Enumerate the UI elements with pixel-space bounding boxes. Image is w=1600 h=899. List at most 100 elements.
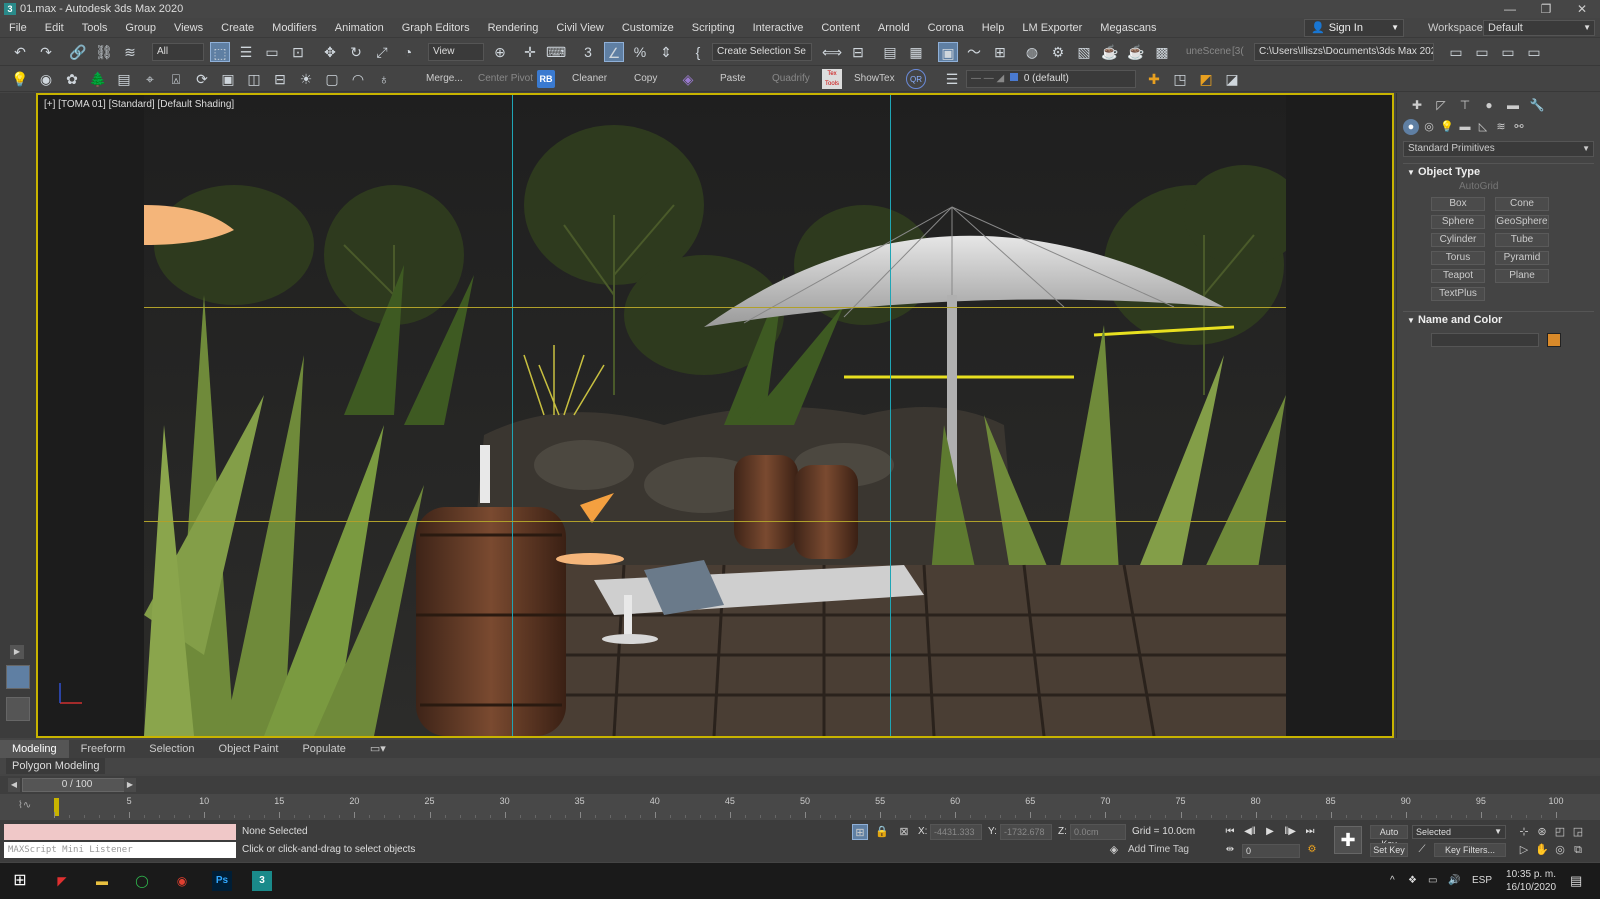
container-explorer-icon[interactable]: ▭: [1524, 42, 1544, 62]
utilities-tab-icon[interactable]: 🔧: [1527, 97, 1547, 113]
cleaner-button[interactable]: Cleaner: [572, 66, 607, 92]
select-by-name-icon[interactable]: ☰: [236, 42, 256, 62]
menu-content[interactable]: Content: [812, 18, 869, 38]
absolute-mode-icon[interactable]: ⊠: [896, 824, 912, 840]
maximize-viewport-icon[interactable]: ⧉: [1570, 842, 1586, 858]
key-filters-button[interactable]: Key Filters...: [1434, 843, 1506, 857]
select-object-icon[interactable]: ⬚: [210, 42, 230, 62]
bulb-icon[interactable]: ♁: [374, 69, 394, 89]
helpers-icon[interactable]: ◺: [1475, 119, 1491, 135]
tab-selection[interactable]: Selection: [137, 740, 206, 758]
shapes-icon[interactable]: ◎: [1421, 119, 1437, 135]
object-type-header[interactable]: ▼ Object Type: [1403, 163, 1594, 179]
set-keys-icon[interactable]: ✚: [1334, 826, 1362, 854]
notifications-icon[interactable]: ▤: [1570, 863, 1582, 899]
x-coordinate-field[interactable]: -4431.333: [930, 824, 982, 840]
pyramid-button[interactable]: Pyramid: [1495, 251, 1549, 265]
frame-buffer-icon[interactable]: ▣: [218, 69, 238, 89]
copy-button[interactable]: Copy: [634, 66, 657, 92]
ribbon-options-icon[interactable]: ▭▾: [358, 740, 398, 758]
tab-object-paint[interactable]: Object Paint: [207, 740, 291, 758]
play-icon[interactable]: ▶: [1262, 824, 1278, 840]
menu-graph-editors[interactable]: Graph Editors: [393, 18, 479, 38]
light-lister-icon[interactable]: 💡: [10, 69, 30, 89]
current-frame-field[interactable]: 0: [1242, 844, 1300, 858]
default-in-out-tangents-icon[interactable]: ⟋: [1414, 842, 1430, 858]
network-icon[interactable]: ▭: [1428, 863, 1437, 899]
curve-editor-mini-icon[interactable]: ⌇∿: [18, 800, 31, 811]
rotate-view-icon[interactable]: ⟳: [192, 69, 212, 89]
unlink-icon[interactable]: ⛓: [94, 42, 114, 62]
layers-icon[interactable]: ▢: [322, 69, 342, 89]
3ds-max-active-icon[interactable]: 3: [252, 871, 272, 891]
layer-explorer-icon[interactable]: ▦: [906, 42, 926, 62]
rectangular-selection-icon[interactable]: ▭: [262, 42, 282, 62]
close-button[interactable]: ✕: [1564, 0, 1600, 18]
place-icon[interactable]: ◔: [398, 42, 418, 62]
snaps-toggle-icon[interactable]: 3: [578, 42, 598, 62]
table-icon[interactable]: ▤: [114, 69, 134, 89]
rendered-frame-window-icon[interactable]: ▧: [1074, 42, 1094, 62]
showtex-button[interactable]: ShowTex: [854, 66, 895, 92]
teapot-button[interactable]: Teapot: [1431, 269, 1485, 283]
menu-megascans[interactable]: Megascans: [1091, 18, 1165, 38]
y-coordinate-field[interactable]: -1732.678: [1000, 824, 1052, 840]
go-to-start-icon[interactable]: ⏮: [1222, 824, 1238, 840]
windows-start-icon[interactable]: ⊞: [10, 871, 30, 891]
move-icon[interactable]: ✥: [320, 42, 340, 62]
chrome-icon[interactable]: ◉: [172, 871, 192, 891]
add-to-layer-icon[interactable]: ◳: [1170, 69, 1190, 89]
space-warps-icon[interactable]: ≋: [1493, 119, 1509, 135]
set-key-button[interactable]: Set Key: [1370, 843, 1408, 857]
restore-button[interactable]: ❐: [1528, 0, 1564, 18]
render-in-cloud-icon[interactable]: ▩: [1152, 42, 1172, 62]
key-mode-icon[interactable]: ⇹: [1222, 842, 1238, 858]
ribbon-toggle-icon[interactable]: ▣: [938, 42, 958, 62]
menu-corona[interactable]: Corona: [919, 18, 973, 38]
layer-properties-icon[interactable]: ◪: [1222, 69, 1242, 89]
bind-space-warp-icon[interactable]: ≋: [120, 42, 140, 62]
create-tab-icon[interactable]: ✚: [1407, 97, 1427, 113]
single-viewport-layout-icon[interactable]: [6, 665, 30, 689]
scene-states-icon[interactable]: ▭: [1498, 42, 1518, 62]
orbit-icon[interactable]: ◠: [348, 69, 368, 89]
select-layer-icon[interactable]: ◩: [1196, 69, 1216, 89]
geometry-icon[interactable]: ●: [1403, 119, 1419, 135]
corona-sun-icon[interactable]: ◉: [36, 69, 56, 89]
center-pivot-button[interactable]: Center Pivot: [478, 66, 533, 92]
tab-modeling[interactable]: Modeling: [0, 740, 69, 758]
hierarchy-tab-icon[interactable]: ⊤: [1455, 97, 1475, 113]
menu-customize[interactable]: Customize: [613, 18, 683, 38]
menu-arnold[interactable]: Arnold: [869, 18, 919, 38]
render-setup-icon[interactable]: ⚙: [1048, 42, 1068, 62]
window-crossing-icon[interactable]: ⊡: [288, 42, 308, 62]
scatter-icon[interactable]: ✿: [62, 69, 82, 89]
dropbox-icon[interactable]: ❖: [1408, 863, 1417, 899]
angle-snap-icon[interactable]: ∠: [604, 42, 624, 62]
menu-civil-view[interactable]: Civil View: [547, 18, 612, 38]
object-name-input[interactable]: [1431, 333, 1539, 347]
previous-frame-arrow-icon[interactable]: ◀: [8, 778, 20, 792]
align-icon[interactable]: ⊟: [848, 42, 868, 62]
render-production-icon[interactable]: ☕: [1100, 42, 1120, 62]
zoom-icon[interactable]: ⊹: [1516, 824, 1532, 840]
menu-group[interactable]: Group: [116, 18, 165, 38]
diamond-icon[interactable]: ◈: [678, 69, 698, 89]
paste-button[interactable]: Paste: [720, 66, 746, 92]
whatsapp-icon[interactable]: ◯: [132, 871, 152, 891]
previous-key-icon[interactable]: ◀‖: [1242, 824, 1258, 840]
add-time-tag-button[interactable]: Add Time Tag: [1128, 842, 1189, 858]
tree-icon[interactable]: 🌲: [88, 69, 108, 89]
system-clock[interactable]: 10:35 p. m. 16/10/2020: [1506, 868, 1556, 894]
pivot-center-icon[interactable]: ⊕: [490, 42, 510, 62]
expand-arrow-icon[interactable]: ▶: [10, 645, 24, 659]
menu-lm-exporter[interactable]: LM Exporter: [1013, 18, 1091, 38]
textplus-button[interactable]: TextPlus: [1431, 287, 1485, 301]
menu-scripting[interactable]: Scripting: [683, 18, 744, 38]
time-tag-icon[interactable]: ◈: [1106, 842, 1122, 858]
menu-file[interactable]: File: [0, 18, 36, 38]
quad-viewport-layout-icon[interactable]: [6, 697, 30, 721]
selection-set-dropdown[interactable]: Selected ▼: [1412, 825, 1506, 839]
display-tab-icon[interactable]: ▬: [1503, 97, 1523, 113]
field-of-view-icon[interactable]: ▷: [1516, 842, 1532, 858]
